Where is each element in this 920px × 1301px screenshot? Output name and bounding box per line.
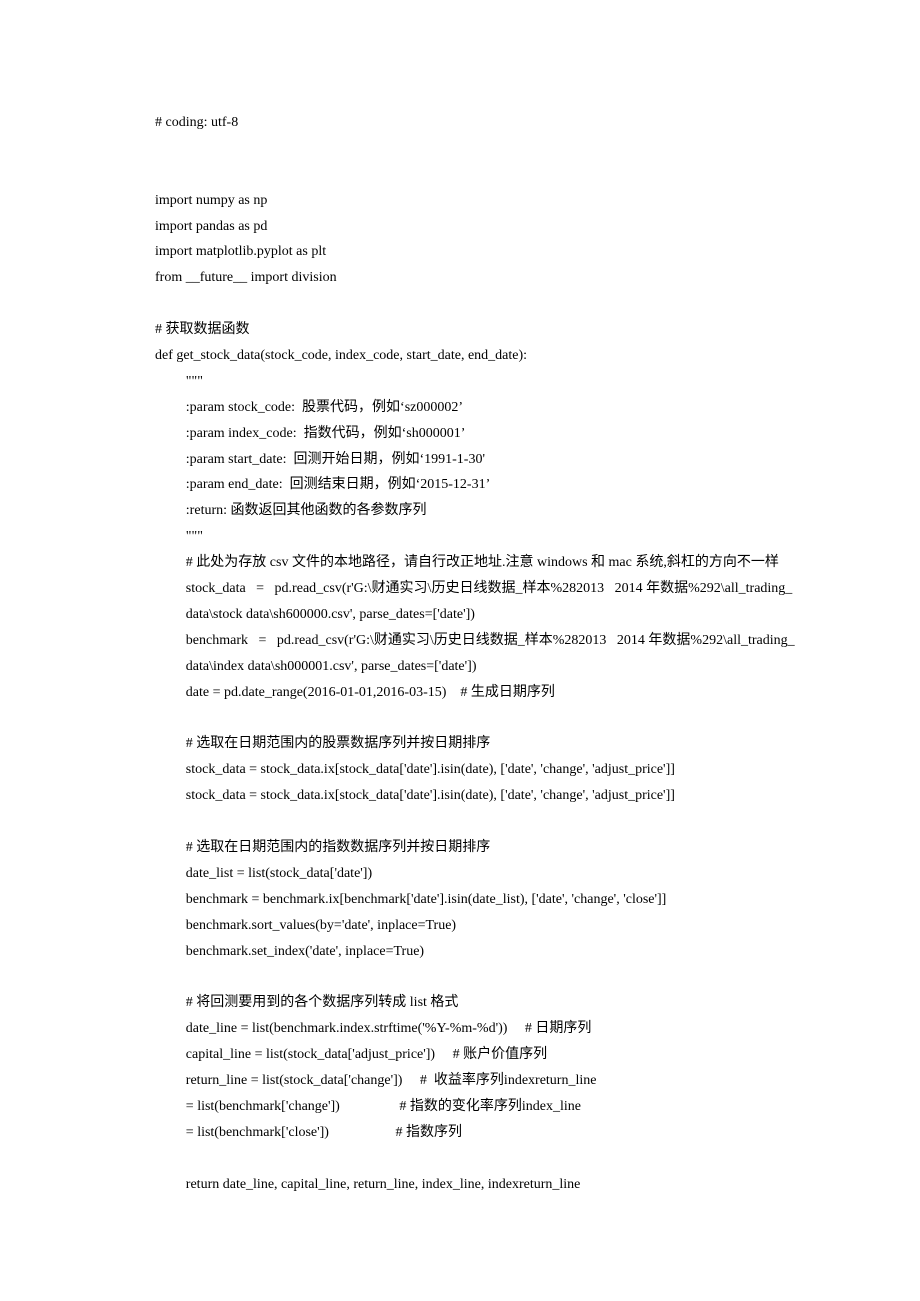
code-line: :param start_date: 回测开始日期，例如‘1991-1-30' — [155, 447, 795, 473]
code-line: def get_stock_data(stock_code, index_cod… — [155, 343, 795, 369]
code-line: # 选取在日期范围内的指数数据序列并按日期排序 — [155, 835, 795, 861]
code-line: :param end_date: 回测结束日期，例如‘2015-12-31’ — [155, 472, 795, 498]
blank-line — [155, 964, 795, 990]
code-line: = list(benchmark['close']) # 指数序列 — [155, 1120, 795, 1146]
code-line: benchmark.set_index('date', inplace=True… — [155, 939, 795, 965]
code-line: # 将回测要用到的各个数据序列转成 list 格式 — [155, 990, 795, 1016]
code-line: import matplotlib.pyplot as plt — [155, 239, 795, 265]
code-line: """ — [155, 524, 795, 550]
blank-line — [155, 705, 795, 731]
code-line: # 选取在日期范围内的股票数据序列并按日期排序 — [155, 731, 795, 757]
code-line: # coding: utf-8 — [155, 110, 795, 136]
code-line: # 此处为存放 csv 文件的本地路径，请自行改正地址.注意 windows 和… — [155, 550, 795, 576]
code-line: :return: 函数返回其他函数的各参数序列 — [155, 498, 795, 524]
code-line: stock_data = stock_data.ix[stock_data['d… — [155, 757, 795, 783]
code-line: import pandas as pd — [155, 214, 795, 240]
code-line: benchmark = benchmark.ix[benchmark['date… — [155, 887, 795, 913]
blank-line — [155, 291, 795, 317]
code-line: # 获取数据函数 — [155, 317, 795, 343]
blank-line — [155, 136, 795, 162]
blank-line — [155, 809, 795, 835]
code-line: date = pd.date_range(2016-01-01,2016-03-… — [155, 680, 795, 706]
code-line: = list(benchmark['change']) # 指数的变化率序列in… — [155, 1094, 795, 1120]
code-line: return date_line, capital_line, return_l… — [155, 1172, 795, 1198]
document-page: # coding: utf-8import numpy as npimport … — [0, 0, 920, 1301]
code-line: return_line = list(stock_data['change'])… — [155, 1068, 795, 1094]
code-line: :param index_code: 指数代码，例如‘sh000001’ — [155, 421, 795, 447]
code-line: date_line = list(benchmark.index.strftim… — [155, 1016, 795, 1042]
code-line: capital_line = list(stock_data['adjust_p… — [155, 1042, 795, 1068]
code-line: benchmark = pd.read_csv(r'G:\财通实习\历史日线数据… — [155, 628, 795, 680]
code-line: """ — [155, 369, 795, 395]
code-line: import numpy as np — [155, 188, 795, 214]
code-line: from __future__ import division — [155, 265, 795, 291]
blank-line — [155, 162, 795, 188]
code-line: stock_data = stock_data.ix[stock_data['d… — [155, 783, 795, 809]
code-line: benchmark.sort_values(by='date', inplace… — [155, 913, 795, 939]
code-listing: # coding: utf-8import numpy as npimport … — [155, 110, 795, 1197]
code-line: date_list = list(stock_data['date']) — [155, 861, 795, 887]
blank-line — [155, 1146, 795, 1172]
code-line: :param stock_code: 股票代码，例如‘sz000002’ — [155, 395, 795, 421]
code-line: stock_data = pd.read_csv(r'G:\财通实习\历史日线数… — [155, 576, 795, 628]
